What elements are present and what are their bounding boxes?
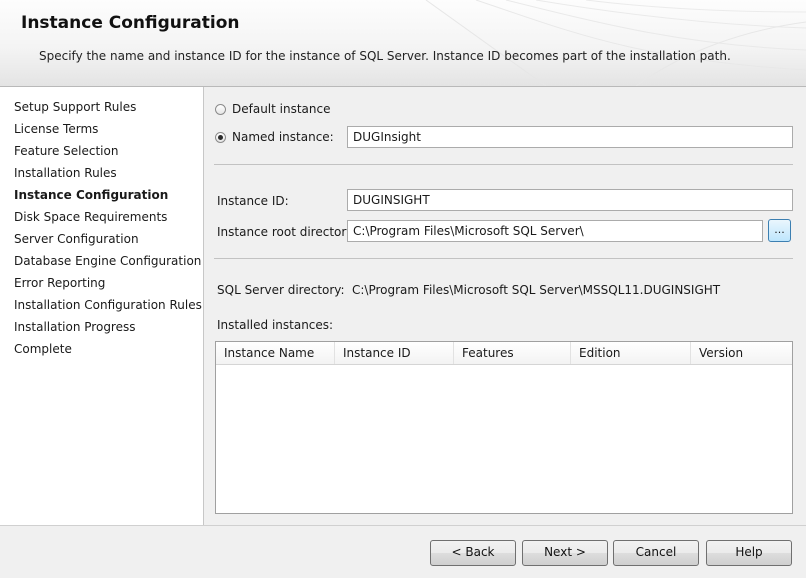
instance-id-label: Instance ID: — [217, 194, 289, 208]
named-instance-label: Named instance: — [232, 130, 334, 144]
sidebar-step: License Terms — [14, 122, 99, 136]
sidebar-step: Installation Configuration Rules — [14, 298, 202, 312]
sidebar-step: Server Configuration — [14, 232, 139, 246]
separator — [214, 258, 793, 259]
next-button[interactable]: Next > — [522, 540, 608, 566]
named-instance-input[interactable]: DUGInsight — [347, 126, 793, 148]
sql-dir-label: SQL Server directory: — [217, 283, 345, 297]
default-instance-radio[interactable] — [215, 103, 226, 115]
page-header: Instance Configuration Specify the name … — [0, 0, 806, 87]
default-instance-option[interactable]: Default instance — [215, 102, 331, 116]
instance-id-input[interactable]: DUGINSIGHT — [347, 189, 793, 211]
column-header-edition[interactable]: Edition — [571, 342, 691, 364]
sql-dir-value: C:\Program Files\Microsoft SQL Server\MS… — [352, 283, 721, 297]
sidebar-step: Error Reporting — [14, 276, 106, 290]
column-header-features[interactable]: Features — [454, 342, 571, 364]
separator — [214, 164, 793, 165]
named-instance-radio[interactable] — [215, 131, 226, 143]
page-subtitle: Specify the name and instance ID for the… — [39, 49, 731, 63]
steps-list: Setup Support Rules License Terms Feature … — [14, 99, 202, 363]
sidebar-step: Complete — [14, 342, 72, 356]
browse-button[interactable]: ... — [768, 219, 791, 242]
table-header: Instance Name Instance ID Features Editi… — [216, 342, 792, 365]
root-dir-input[interactable]: C:\Program Files\Microsoft SQL Server\ — [347, 220, 763, 242]
column-header-instance-name[interactable]: Instance Name — [216, 342, 335, 364]
button-bar: < Back Next > Cancel Help — [0, 525, 806, 578]
page-title: Instance Configuration — [21, 13, 240, 33]
sidebar-step: Database Engine Configuration — [14, 254, 202, 268]
cancel-button[interactable]: Cancel — [613, 540, 699, 566]
back-button[interactable]: < Back — [430, 540, 516, 566]
sidebar-step: Instance Configuration — [14, 188, 169, 202]
sidebar-step: Feature Selection — [14, 144, 119, 158]
sidebar-step: Installation Progress — [14, 320, 136, 334]
installed-instances-label: Installed instances: — [217, 318, 334, 332]
header-decoration — [425, 0, 806, 86]
help-button[interactable]: Help — [706, 540, 792, 566]
sidebar-step: Disk Space Requirements — [14, 210, 168, 224]
sidebar-step: Installation Rules — [14, 166, 117, 180]
main-panel: Default instance Named instance: DUGInsi… — [204, 87, 806, 525]
column-header-version[interactable]: Version — [691, 342, 792, 364]
named-instance-option[interactable]: Named instance: — [215, 130, 334, 144]
steps-sidebar: Setup Support Rules License Terms Feature … — [0, 87, 204, 525]
sidebar-step: Setup Support Rules — [14, 100, 137, 114]
column-header-instance-id[interactable]: Instance ID — [335, 342, 454, 364]
root-dir-label: Instance root directory: — [217, 225, 357, 239]
installed-instances-table[interactable]: Instance Name Instance ID Features Editi… — [215, 341, 793, 514]
default-instance-label: Default instance — [232, 102, 331, 116]
